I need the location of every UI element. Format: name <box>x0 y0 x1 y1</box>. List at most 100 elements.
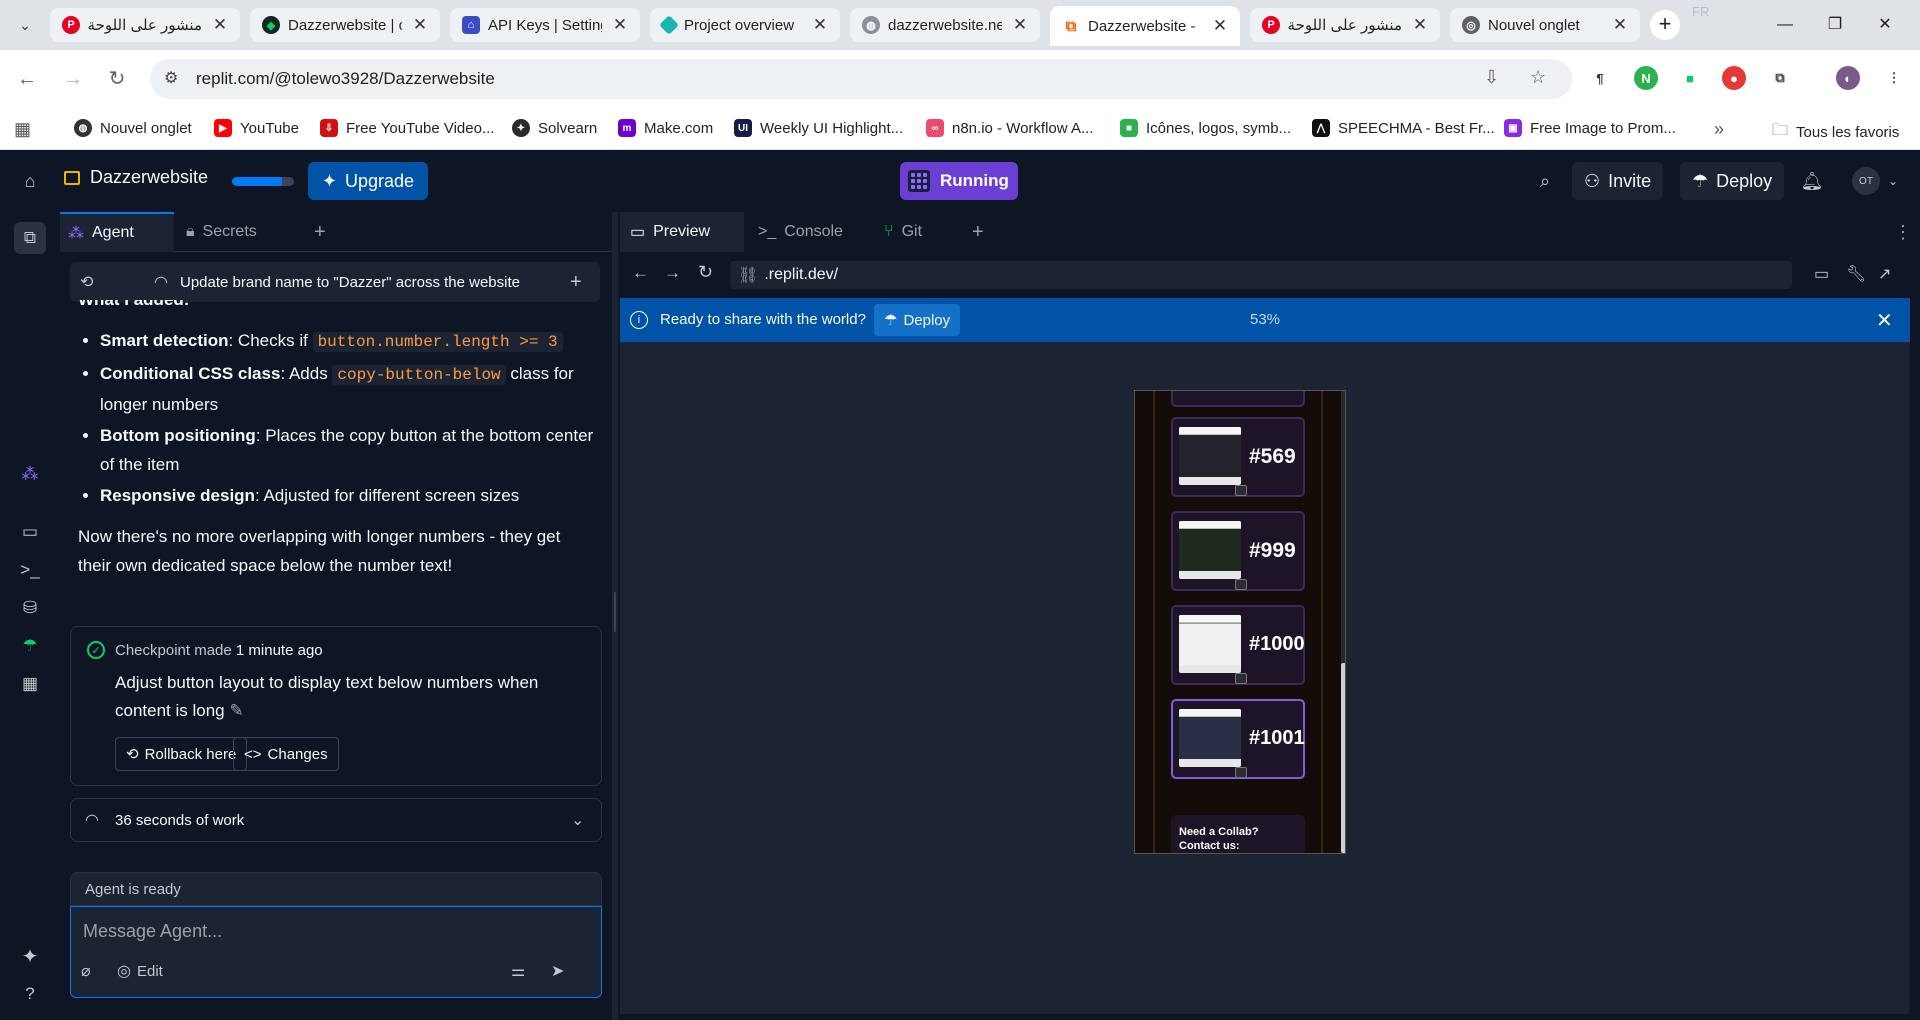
devices-icon[interactable]: ▭ <box>1814 264 1829 284</box>
extension-n-icon[interactable]: N <box>1634 66 1658 90</box>
deployments-icon[interactable]: ☂ <box>14 630 46 662</box>
chevron-down-icon[interactable]: ⌄ <box>1876 164 1910 198</box>
deploy-button[interactable]: ☂ Deploy <box>1680 162 1785 200</box>
home-icon[interactable]: ⌂ <box>13 164 47 198</box>
list-item[interactable]: #1001 <box>1171 699 1305 779</box>
extension-pokeball-icon[interactable]: ● <box>1722 66 1746 90</box>
file-tree-icon[interactable]: ⧉ <box>14 222 46 254</box>
forward-icon[interactable]: → <box>664 263 681 283</box>
tab-git[interactable]: ⑂ Git <box>874 212 954 252</box>
bookmark-item[interactable]: UI Weekly UI Highlight... <box>734 119 903 137</box>
devtools-wrench-icon[interactable]: 🔧︎ <box>1846 264 1866 284</box>
banner-deploy-button[interactable]: ☂ Deploy <box>874 304 961 336</box>
run-button[interactable]: Running <box>900 162 1018 200</box>
send-icon[interactable]: ➤ <box>551 961 564 981</box>
message-input[interactable] <box>83 917 583 945</box>
bookmark-item[interactable]: ⇩ Free YouTube Video... <box>320 119 494 137</box>
copy-icon[interactable] <box>1235 767 1247 778</box>
agent-icon[interactable]: ⁂ <box>14 458 46 490</box>
extension-chat-icon[interactable]: ■ <box>1678 66 1702 90</box>
profile-avatar[interactable]: ◐ <box>1836 66 1860 90</box>
site-settings-icon[interactable]: ⚙ <box>164 68 178 88</box>
bookmark-item[interactable]: ■ Icônes, logos, symb... <box>1120 119 1291 137</box>
edit-mode-button[interactable]: ◎ Edit <box>117 961 163 981</box>
copy-icon[interactable] <box>1235 673 1247 684</box>
bell-icon[interactable]: 🔔︎ <box>1795 164 1829 198</box>
close-tab-icon[interactable]: ✕ <box>210 15 230 35</box>
browser-tab[interactable]: P منشور على اللوحة ✕ <box>50 8 240 42</box>
tab-console[interactable]: >_ Console <box>748 212 868 252</box>
bookmark-item[interactable]: ✦ Solvearn <box>512 119 597 137</box>
more-bookmarks-icon[interactable]: » <box>1714 119 1724 140</box>
webview-icon[interactable]: ▭ <box>14 516 46 548</box>
more-options-icon[interactable]: ⋮ <box>1884 212 1920 252</box>
open-new-tab-icon[interactable]: ↗ <box>1878 264 1891 284</box>
apps-grid-icon[interactable]: ▦ <box>14 119 31 140</box>
bookmark-item[interactable]: ◍ Nouvel onglet <box>74 119 192 137</box>
shell-icon[interactable]: >_ <box>14 554 46 586</box>
address-bar[interactable]: ⚙ replit.com/@tolewo3928/Dazzerwebsite ⇩… <box>150 59 1572 99</box>
history-icon[interactable]: ⟲ <box>80 272 93 292</box>
bookmark-item[interactable]: ⋀ SPEECHMA - Best Fr... <box>1312 119 1495 137</box>
work-summary[interactable]: ◠ 36 seconds of work ⌄ <box>70 798 602 842</box>
help-icon[interactable]: ? <box>14 978 46 1010</box>
list-item[interactable] <box>1171 391 1305 407</box>
pencil-icon[interactable]: ✎ <box>229 701 243 720</box>
close-tab-icon[interactable]: ✕ <box>810 15 830 35</box>
chevron-down-icon[interactable]: ⌄ <box>571 810 584 830</box>
close-window-icon[interactable]: ✕ <box>1870 12 1900 38</box>
close-tab-icon[interactable]: ✕ <box>1410 15 1430 35</box>
browser-tab-active[interactable]: ⧉ Dazzerwebsite - ✕ <box>1050 6 1240 46</box>
new-tab-button[interactable]: + <box>1650 10 1680 40</box>
back-icon[interactable]: ← <box>632 263 649 283</box>
website-preview-frame[interactable]: #569 #999 #1000 #1001 Need a Collab? Con… <box>1134 390 1346 854</box>
bookmark-item[interactable]: ▣ Free Image to Prom... <box>1504 119 1676 137</box>
reload-icon[interactable]: ↻ <box>698 262 713 283</box>
add-tab-button[interactable]: + <box>962 212 994 252</box>
browser-tab[interactable]: Project overview ✕ <box>650 8 840 42</box>
close-tab-icon[interactable]: ✕ <box>1010 15 1030 35</box>
extension-text-icon[interactable]: ¶ <box>1588 66 1612 90</box>
close-icon[interactable]: ✕ <box>1876 308 1893 333</box>
reload-icon[interactable]: ↻ <box>102 64 132 94</box>
tab-search-chevron-icon[interactable]: ⌄ <box>10 10 40 40</box>
thread-title[interactable]: Update brand name to "Dazzer" across the… <box>180 274 520 291</box>
database-icon[interactable]: ⛁ <box>14 592 46 624</box>
add-tab-button[interactable]: + <box>306 212 334 252</box>
browser-tab[interactable]: ◆ Dazzerwebsite | c ✕ <box>250 8 440 42</box>
url-text[interactable]: replit.com/@tolewo3928/Dazzerwebsite <box>196 69 495 89</box>
copy-icon[interactable] <box>1235 579 1247 590</box>
ai-sparkle-icon[interactable]: ✦ <box>14 940 46 972</box>
tab-preview[interactable]: ▭ Preview <box>620 212 744 252</box>
invite-button[interactable]: ⚇ Invite <box>1572 162 1664 200</box>
settings-sliders-icon[interactable]: ⚌ <box>511 961 525 981</box>
all-tools-icon[interactable]: ▦ <box>14 668 46 700</box>
forward-icon[interactable]: → <box>58 64 88 94</box>
upgrade-button[interactable]: ✦ Upgrade <box>308 162 428 200</box>
list-item[interactable]: #569 <box>1171 417 1305 497</box>
list-item[interactable]: #1000 <box>1171 605 1305 685</box>
tab-agent[interactable]: ⁂ Agent <box>60 212 174 252</box>
project-switcher[interactable]: Dazzerwebsite <box>64 167 208 188</box>
list-item[interactable]: #999 <box>1171 511 1305 591</box>
search-icon[interactable]: ⌕ <box>1528 164 1562 198</box>
extensions-puzzle-icon[interactable]: ⧉ <box>1768 66 1792 90</box>
close-tab-icon[interactable]: ✕ <box>610 15 630 35</box>
new-thread-icon[interactable]: + <box>570 271 582 294</box>
browser-tab[interactable]: ⌂ API Keys | Setting ✕ <box>450 8 640 42</box>
rollback-button[interactable]: ⟲ Rollback here <box>115 737 248 771</box>
close-tab-icon[interactable]: ✕ <box>410 15 430 35</box>
tab-secrets[interactable]: 🔒︎ Secrets <box>178 212 292 252</box>
browser-tab[interactable]: ◍ dazzerwebsite.ne ✕ <box>850 8 1040 42</box>
browser-menu-icon[interactable]: ⋮ <box>1882 66 1906 90</box>
bookmark-item[interactable]: m Make.com <box>618 119 713 137</box>
bookmark-star-icon[interactable]: ☆ <box>1530 67 1546 88</box>
install-app-icon[interactable]: ⇩ <box>1484 67 1499 88</box>
close-tab-icon[interactable]: ✕ <box>1210 16 1230 36</box>
changes-button[interactable]: <> Changes <box>233 737 339 771</box>
back-icon[interactable]: ← <box>12 64 42 94</box>
restore-icon[interactable]: ❐ <box>1820 12 1850 38</box>
scrollbar-thumb[interactable] <box>1341 663 1345 853</box>
preview-url-input[interactable]: ⛓ .replit.dev/ <box>730 261 1792 289</box>
bookmark-item[interactable]: ▶ YouTube <box>214 119 299 137</box>
